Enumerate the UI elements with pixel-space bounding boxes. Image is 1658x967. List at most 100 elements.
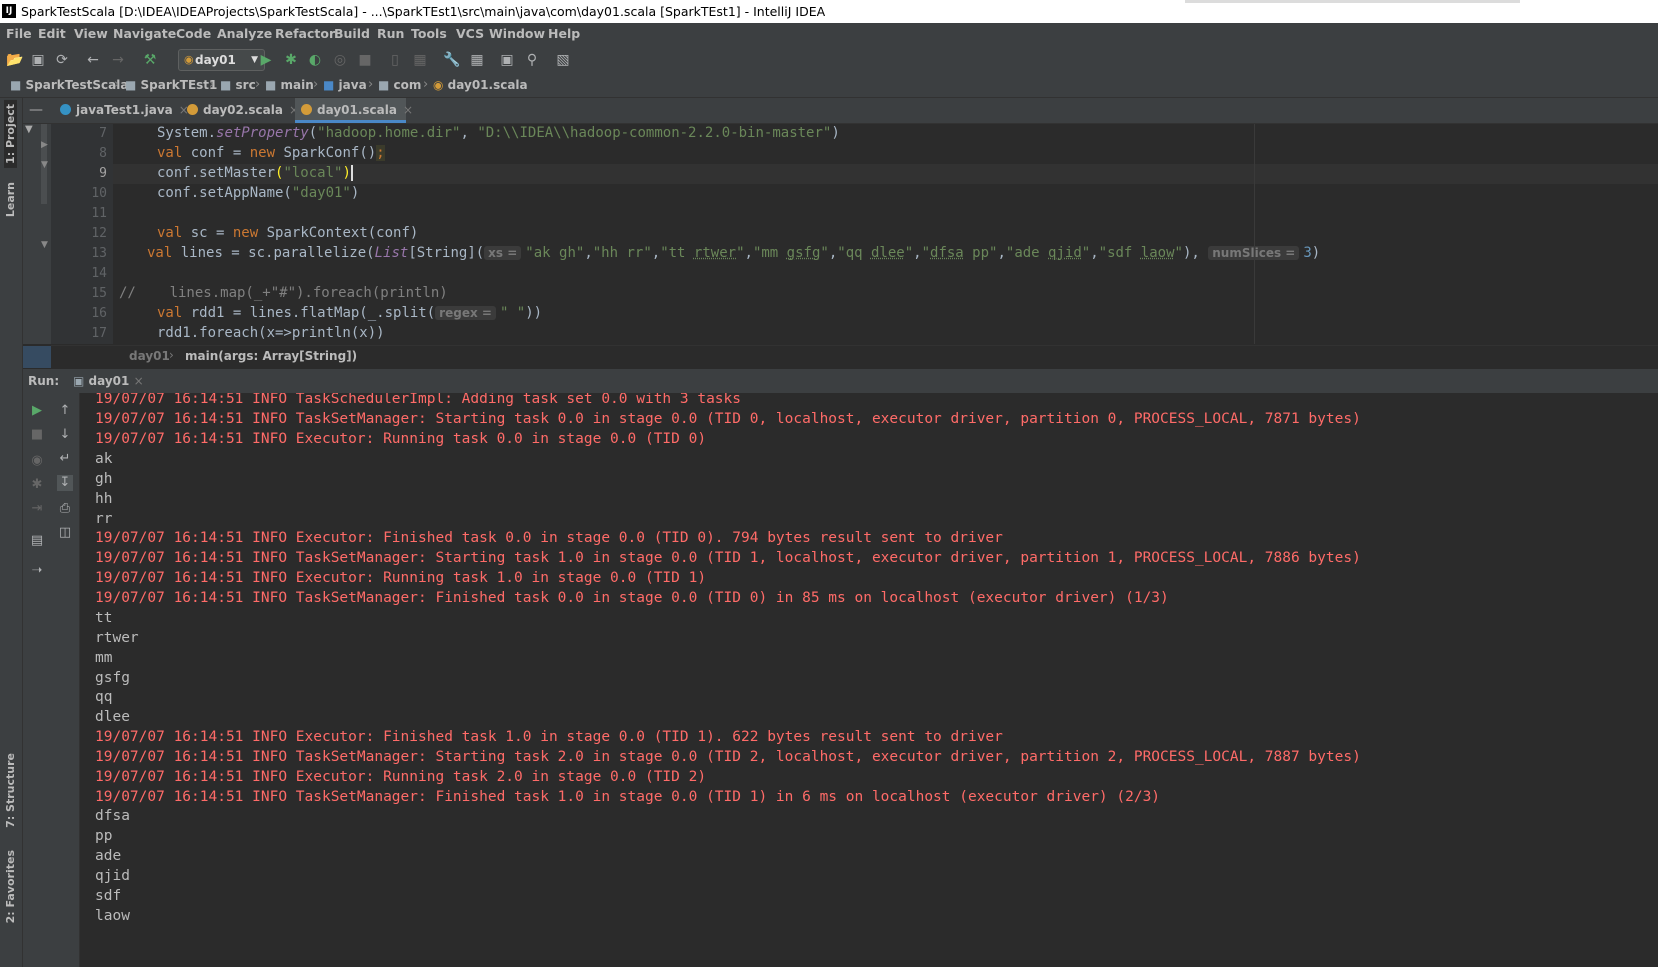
menu-window[interactable]: Window <box>489 26 545 41</box>
collapse-icon[interactable]: — <box>29 102 43 118</box>
breadcrumb-item[interactable]: ■ main <box>265 78 314 92</box>
console-line: 19/07/07 16:14:51 INFO Executor: Running… <box>95 431 707 447</box>
sdk-icon[interactable]: ▧ <box>553 50 573 70</box>
editor-breadcrumb: day01 › main(args: Array[String]) <box>23 345 1658 368</box>
debug-bug-icon[interactable]: ✱ <box>281 50 301 70</box>
sync-icon[interactable]: ⟳ <box>52 50 72 70</box>
menu-file[interactable]: File <box>6 26 32 41</box>
console-line: 19/07/07 16:14:51 INFO Executor: Finishe… <box>95 530 1003 546</box>
breadcrumb-object[interactable]: day01 <box>129 349 170 363</box>
fold-marker-icon[interactable]: ▼ <box>41 160 48 170</box>
breadcrumb-item[interactable]: ■ SparkTEst1 <box>125 78 217 92</box>
main-toolbar: 📂 ▣ ⟳ ← → ⚒ ◉ day01 ▼ ▶ ✱ ◐ ◎ ■ ▯ ▦ 🔧 ▦ … <box>0 45 1658 76</box>
search-icon[interactable]: ⚲ <box>522 50 542 70</box>
project-structure-icon[interactable]: ▦ <box>467 50 487 70</box>
console-line: hh <box>95 491 113 507</box>
menu-refactor[interactable]: Refactor <box>275 26 335 41</box>
breadcrumb-item[interactable]: ■ SparkTestScala <box>10 78 128 92</box>
terminal-icon[interactable]: ▣ <box>497 50 517 70</box>
learn-tool-tab[interactable]: Learn <box>4 182 17 217</box>
coverage-icon[interactable]: ◐ <box>305 50 325 70</box>
console-line: laow <box>95 908 130 924</box>
intellij-app-icon: IJ <box>2 4 16 18</box>
trash-icon[interactable]: ◫ <box>57 525 73 541</box>
project-tool-tab[interactable]: 1: Project <box>4 100 17 168</box>
scala-object-icon: ◉ <box>433 78 444 92</box>
pin-icon[interactable]: ➝ <box>29 563 45 579</box>
run-tab-day01[interactable]: ▣ day01 × <box>73 374 144 388</box>
forward-arrow-icon[interactable]: → <box>108 50 128 70</box>
tab-day01[interactable]: day01.scala × <box>295 98 413 123</box>
chevron-right-icon: › <box>169 348 174 362</box>
console-output[interactable]: 19/07/07 16:14:51 INFO TaskSchedulerImpl… <box>80 393 1658 967</box>
fold-arrow-icon[interactable]: ▼ <box>25 124 33 135</box>
breadcrumb-item[interactable]: ■ java <box>323 78 367 92</box>
right-margin-guide <box>1254 124 1255 344</box>
back-arrow-icon[interactable]: ← <box>83 50 103 70</box>
line-number: 11 <box>91 206 107 221</box>
structure-tool-tab[interactable]: 7: Structure <box>4 753 17 828</box>
navigation-bar: ■ SparkTestScala › ■ SparkTEst1 › ■ src … <box>0 75 1658 98</box>
menu-code[interactable]: Code <box>176 26 211 41</box>
code-line: val rdd1 = lines.flatMap(_.split(regex =… <box>157 305 543 321</box>
code-line: conf.setMaster("local") <box>157 165 353 181</box>
run-config-icon: ▣ <box>73 374 85 388</box>
line-number: 16 <box>91 306 107 321</box>
favorites-tool-tab[interactable]: 2: Favorites <box>4 850 17 923</box>
debug-bug-icon[interactable]: ✱ <box>29 477 45 493</box>
console-line: 19/07/07 16:14:51 INFO TaskSchedulerImpl… <box>95 393 742 407</box>
chevron-right-icon: › <box>255 77 261 92</box>
editor-tab-bar: — javaTest1.java × day02.scala × day01.sca… <box>23 98 1658 124</box>
breadcrumb-method[interactable]: main(args: Array[String]) <box>185 349 357 363</box>
menu-navigate[interactable]: Navigate <box>113 26 176 41</box>
arrow-down-icon[interactable]: ↓ <box>57 427 73 443</box>
tab-day02[interactable]: day02.scala × <box>181 98 299 123</box>
arrow-up-icon[interactable]: ↑ <box>57 403 73 419</box>
console-line: 19/07/07 16:14:51 INFO TaskSetManager: F… <box>95 789 1161 805</box>
exit-icon[interactable]: ⇥ <box>29 501 45 517</box>
code-line: val sc = new SparkContext(conf) <box>157 225 419 241</box>
breadcrumb-item[interactable]: ■ src <box>220 78 256 92</box>
profile-icon[interactable]: ◎ <box>330 50 350 70</box>
git-icon[interactable]: ▦ <box>410 50 430 70</box>
settings-wrench-icon[interactable]: 🔧 <box>442 50 462 70</box>
run-panel-label: Run: <box>28 374 60 388</box>
menu-analyze[interactable]: Analyze <box>217 26 272 41</box>
console-line: 19/07/07 16:14:51 INFO TaskSetManager: S… <box>95 411 1361 427</box>
close-icon[interactable]: × <box>403 103 413 117</box>
save-all-icon[interactable]: ▣ <box>28 50 48 70</box>
console-line: dlee <box>95 709 130 725</box>
menu-bar: File Edit View Navigate Code Analyze Ref… <box>0 23 1658 45</box>
menu-view[interactable]: View <box>74 26 108 41</box>
soft-wrap-icon[interactable]: ↵ <box>57 451 73 467</box>
menu-run[interactable]: Run <box>377 26 404 41</box>
layout-icon[interactable]: ▤ <box>29 533 45 549</box>
scala-object-icon <box>187 104 198 115</box>
console-line: mm <box>95 650 113 666</box>
fold-marker-icon[interactable]: ▼ <box>41 240 48 250</box>
attach-icon[interactable]: ▯ <box>385 50 405 70</box>
menu-vcs[interactable]: VCS <box>456 26 484 41</box>
run-icon[interactable]: ▶ <box>256 50 276 70</box>
breadcrumb-item[interactable]: ■ com <box>378 78 421 92</box>
tab-javatest1[interactable]: javaTest1.java × <box>54 98 189 123</box>
fold-marker-icon[interactable]: ▶ <box>41 140 48 150</box>
print-icon[interactable]: ⎙ <box>57 501 73 517</box>
close-icon[interactable]: × <box>134 374 144 388</box>
scroll-to-end-icon[interactable]: ↧ <box>57 475 73 491</box>
menu-help[interactable]: Help <box>548 26 580 41</box>
stop-icon[interactable]: ■ <box>29 427 45 443</box>
code-editor[interactable]: System.setProperty("hadoop.home.dir", "D… <box>113 124 1658 344</box>
run-config-dropdown[interactable]: ◉ day01 ▼ <box>178 49 265 71</box>
camera-icon[interactable]: ◉ <box>29 453 45 469</box>
breadcrumb-item[interactable]: ◉ day01.scala <box>433 78 528 92</box>
stop-icon[interactable]: ■ <box>355 50 375 70</box>
open-folder-icon[interactable]: 📂 <box>5 50 25 70</box>
line-number: 10 <box>91 186 107 201</box>
menu-tools[interactable]: Tools <box>411 26 447 41</box>
rerun-icon[interactable]: ▶ <box>29 403 45 419</box>
menu-edit[interactable]: Edit <box>38 26 66 41</box>
menu-build[interactable]: Build <box>334 26 370 41</box>
build-hammer-icon[interactable]: ⚒ <box>140 50 160 70</box>
chevron-right-icon: › <box>423 77 429 92</box>
